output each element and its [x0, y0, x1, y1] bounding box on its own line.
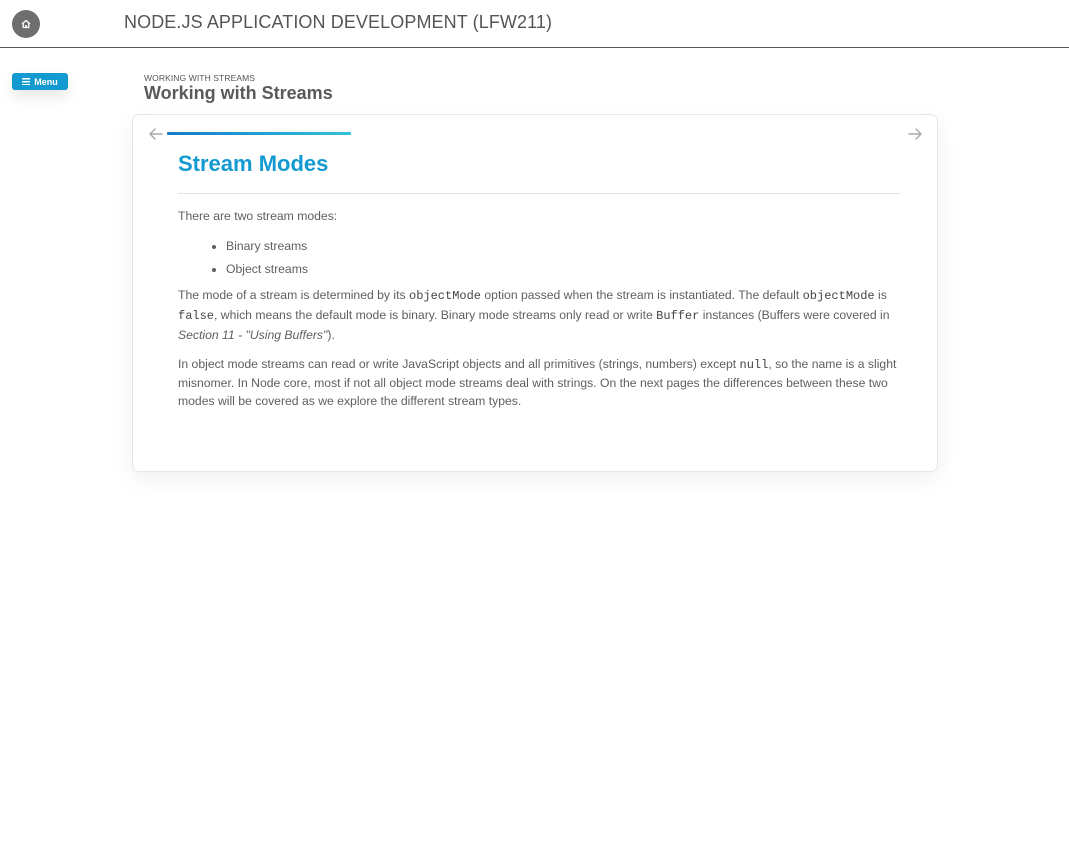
list-item: Binary streams	[226, 235, 902, 258]
code-buffer: Buffer	[656, 309, 700, 323]
mode-paragraph: The mode of a stream is determined by it…	[178, 286, 902, 345]
text: The mode of a stream is determined by it…	[178, 288, 409, 302]
list-item: Object streams	[226, 258, 902, 281]
course-title: NODE.JS APPLICATION DEVELOPMENT (LFW211)	[124, 12, 553, 32]
hamburger-icon	[22, 78, 31, 85]
text: option passed when the stream is instant…	[481, 288, 803, 302]
section-reference: Section 11 - "Using Buffers"	[178, 328, 328, 342]
text: is	[874, 288, 887, 302]
arrow-left-icon[interactable]	[147, 125, 165, 143]
divider	[178, 193, 900, 194]
text: ).	[327, 328, 335, 342]
code-null: null	[739, 358, 769, 372]
menu-label: Menu	[34, 76, 58, 87]
code-objectmode: objectMode	[802, 289, 875, 303]
section-title: Stream Modes	[178, 151, 329, 176]
content-card: Stream Modes There are two stream modes:…	[132, 114, 938, 472]
code-false: false	[178, 309, 215, 323]
lesson-content: There are two stream modes: Binary strea…	[178, 207, 902, 410]
breadcrumb: WORKING WITH STREAMS	[144, 73, 256, 83]
intro-text: There are two stream modes:	[178, 209, 338, 223]
home-icon	[21, 19, 31, 29]
page-title: Working with Streams	[144, 83, 333, 103]
arrow-right-icon[interactable]	[906, 125, 924, 143]
text: instances (Buffers were covered in	[699, 308, 890, 322]
menu-button[interactable]: Menu	[12, 73, 68, 90]
home-button[interactable]	[12, 10, 40, 38]
top-bar: NODE.JS APPLICATION DEVELOPMENT (LFW211)	[0, 0, 1069, 48]
text: In object mode streams can read or write…	[178, 357, 740, 371]
object-mode-paragraph: In object mode streams can read or write…	[178, 355, 902, 410]
progress-bar	[167, 132, 351, 135]
text: , which means the default mode is binary…	[214, 308, 657, 322]
mode-list: Binary streams Object streams	[178, 235, 902, 281]
code-objectmode: objectMode	[409, 289, 482, 303]
